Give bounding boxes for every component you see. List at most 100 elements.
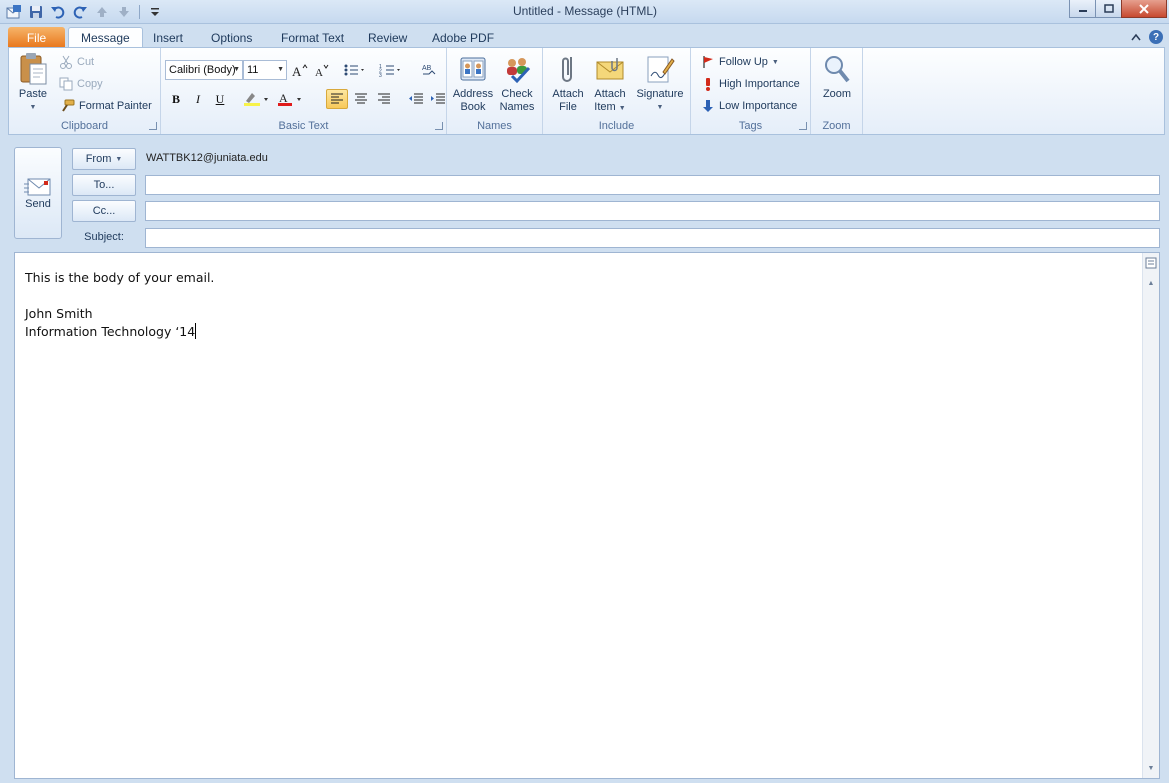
numbering-button[interactable]: 123 [377, 60, 405, 80]
copy-button[interactable]: Copy [59, 74, 103, 94]
vertical-scrollbar[interactable]: ▲ ▼ [1142, 253, 1159, 778]
message-body[interactable]: This is the body of your email. John Smi… [14, 252, 1160, 779]
grow-font-icon: A [292, 64, 308, 78]
svg-text:A: A [279, 91, 288, 105]
font-name-combo[interactable]: Calibri (Body) ▼ [165, 60, 243, 80]
cut-button[interactable]: Cut [59, 52, 94, 72]
styles-button[interactable]: AB [419, 60, 441, 80]
bold-button[interactable]: B [165, 89, 187, 109]
tab-format-text[interactable]: Format Text [269, 27, 356, 48]
send-label: Send [25, 198, 51, 210]
address-book-icon [457, 52, 489, 86]
align-left-button[interactable] [326, 89, 348, 109]
from-dropdown-icon: ▼ [115, 155, 123, 163]
help-icon[interactable]: ? [1149, 30, 1163, 44]
bullets-button[interactable] [341, 60, 369, 80]
grow-font-button[interactable]: A [289, 60, 311, 80]
quick-access-toolbar [4, 2, 165, 22]
attach-item-button[interactable]: Attach Item ▼ [589, 52, 631, 115]
arrow-up-icon[interactable] [92, 2, 112, 22]
body-blank-line [25, 287, 214, 305]
paste-dropdown-icon[interactable]: ▼ [30, 101, 37, 114]
ribbon-right-controls: ? [1131, 30, 1163, 44]
body-line-caret-row: Information Technology ‘14 [25, 323, 214, 341]
italic-button[interactable]: I [187, 89, 209, 109]
tab-file[interactable]: File [8, 27, 65, 48]
basic-text-launcher-icon[interactable] [435, 122, 443, 130]
minimize-button[interactable] [1069, 0, 1096, 18]
font-size-combo[interactable]: 11 ▼ [243, 60, 287, 80]
attach-item-dropdown-icon: ▼ [618, 105, 626, 112]
scroll-up-icon[interactable]: ▲ [1143, 275, 1159, 291]
body-line: John Smith [25, 306, 93, 321]
high-importance-label: High Importance [719, 78, 800, 90]
font-color-button[interactable]: A [275, 89, 307, 109]
format-painter-button[interactable]: Format Painter [59, 96, 152, 116]
clipboard-launcher-icon[interactable] [149, 122, 157, 130]
qat-separator [139, 5, 140, 19]
check-names-button[interactable]: Check Names [495, 52, 539, 114]
minimize-ribbon-icon[interactable] [1131, 33, 1141, 41]
include-group: Attach File Attach Item ▼ Signature ▼ In… [543, 48, 691, 134]
cc-field[interactable] [145, 201, 1160, 221]
ribbon: Paste ▼ Cut Copy Format Painter Clipboar… [8, 47, 1165, 135]
shrink-font-button[interactable]: A [311, 60, 333, 80]
follow-up-button[interactable]: Follow Up ▼ [701, 52, 779, 72]
zoom-group: Zoom Zoom [811, 48, 863, 134]
svg-text:A: A [292, 64, 302, 78]
signature-button[interactable]: Signature ▼ [633, 52, 687, 114]
align-right-button[interactable] [373, 89, 395, 109]
arrow-down-icon[interactable] [114, 2, 134, 22]
ruler-toggle-icon[interactable] [1143, 255, 1159, 271]
tags-launcher-icon[interactable] [799, 122, 807, 130]
close-button[interactable] [1121, 0, 1167, 18]
message-body-text[interactable]: This is the body of your email. John Smi… [25, 269, 214, 341]
decrease-indent-icon [409, 93, 423, 104]
scroll-down-icon[interactable]: ▼ [1143, 760, 1159, 776]
tab-options[interactable]: Options [199, 27, 264, 48]
subject-label: Subject: [84, 231, 124, 243]
envelope-icon [594, 52, 626, 86]
address-book-label-1: Address [452, 88, 494, 100]
attach-item-label-2-row: Item ▼ [594, 101, 625, 115]
underline-button[interactable]: U [209, 89, 231, 109]
tab-message[interactable]: Message [68, 27, 143, 48]
outlook-app-icon[interactable] [4, 2, 24, 22]
subject-field[interactable] [145, 228, 1160, 248]
attach-file-button[interactable]: Attach File [547, 52, 589, 114]
low-importance-button[interactable]: Low Importance [701, 96, 797, 116]
font-size-dropdown-icon: ▼ [277, 66, 284, 73]
cc-button[interactable]: Cc... [72, 200, 136, 222]
redo-icon[interactable] [70, 2, 90, 22]
flag-icon [703, 56, 713, 68]
minimize-icon [1078, 9, 1087, 12]
maximize-button[interactable] [1095, 0, 1122, 18]
save-icon[interactable] [26, 2, 46, 22]
address-book-button[interactable]: Address Book [451, 52, 495, 114]
align-center-button[interactable] [350, 89, 372, 109]
format-painter-icon [62, 99, 75, 112]
check-names-label-1: Check [501, 88, 533, 100]
from-button[interactable]: From ▼ [72, 148, 136, 170]
body-line: Information Technology ‘14 [25, 324, 196, 339]
to-button[interactable]: To... [72, 174, 136, 196]
tab-insert[interactable]: Insert [141, 27, 195, 48]
paste-button[interactable]: Paste ▼ [15, 52, 51, 114]
magnifier-icon [821, 52, 853, 86]
svg-text:A: A [315, 67, 323, 78]
high-importance-button[interactable]: High Importance [701, 74, 800, 94]
increase-indent-button[interactable] [427, 89, 449, 109]
body-line: This is the body of your email. [25, 270, 215, 285]
tab-review[interactable]: Review [356, 27, 419, 48]
customize-qat-icon[interactable] [145, 2, 165, 22]
undo-icon[interactable] [48, 2, 68, 22]
decrease-indent-button[interactable] [405, 89, 427, 109]
message-header: Send From ▼ WATTBK12@juniata.edu To... C… [8, 137, 1165, 251]
highlight-button[interactable] [241, 89, 273, 109]
tab-adobe-pdf[interactable]: Adobe PDF [420, 27, 506, 48]
to-field[interactable] [145, 175, 1160, 195]
attach-file-label-1: Attach [552, 88, 584, 100]
signature-dropdown-icon: ▼ [656, 104, 664, 111]
send-button[interactable]: Send [14, 147, 62, 239]
zoom-button[interactable]: Zoom [815, 52, 859, 101]
